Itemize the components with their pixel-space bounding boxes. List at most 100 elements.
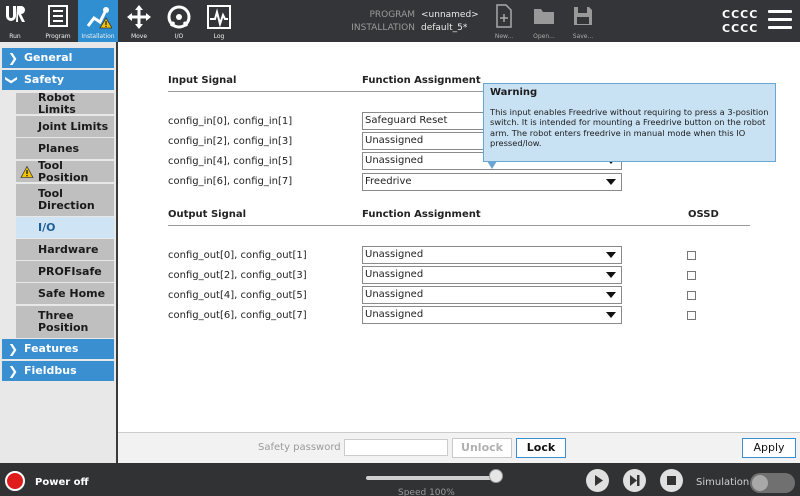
play-button[interactable]	[586, 469, 609, 492]
robot-name-line2: CCCC	[722, 22, 759, 35]
output-header-divider	[168, 225, 750, 226]
save-file-button[interactable]: Save...	[566, 4, 600, 40]
top-bar: Run Program Installation Move I/O Log PR…	[0, 0, 800, 42]
sidebar-group-label: Safety	[24, 73, 65, 86]
speed-slider-handle[interactable]	[489, 469, 503, 483]
ossd-header: OSSD	[688, 209, 719, 220]
dropdown-value: Unassigned	[365, 249, 424, 260]
stop-icon	[667, 476, 676, 485]
installation-icon	[86, 7, 112, 29]
sidebar-group-safety[interactable]: ❯ Safety	[2, 70, 114, 90]
robot-name-line1: CCCC	[722, 8, 759, 21]
sidebar-item-io[interactable]: I/O	[16, 217, 114, 238]
tooltip-pointer	[487, 161, 497, 169]
nav-io[interactable]: I/O	[162, 0, 196, 42]
output-function-dropdown[interactable]: Unassigned	[362, 266, 622, 284]
open-file-label: Open...	[533, 33, 555, 40]
sidebar-group-label: Features	[24, 342, 79, 355]
save-icon	[574, 7, 592, 25]
sidebar-item-label: Tool Direction	[38, 187, 95, 212]
stop-button[interactable]	[660, 469, 683, 492]
lock-button[interactable]: Lock	[516, 438, 566, 458]
unlock-button[interactable]: Unlock	[452, 438, 512, 458]
sidebar-item-label: Robot Limits	[38, 90, 76, 116]
sidebar-group-general[interactable]: ❯ General	[2, 48, 114, 68]
nav-log[interactable]: Log	[202, 0, 236, 42]
power-status-label[interactable]: Power off	[35, 477, 89, 488]
dropdown-arrow-icon	[606, 272, 616, 278]
sidebar-item-joint-limits[interactable]: Joint Limits	[16, 116, 114, 137]
simulation-label: Simulation	[696, 477, 750, 488]
status-bar: Power off Speed 100% Simulation	[0, 463, 800, 496]
dropdown-value: Unassigned	[365, 309, 424, 320]
output-signal-label: config_out[6], config_out[7]	[168, 310, 307, 321]
chevron-right-icon: ❯	[8, 342, 19, 356]
sidebar-item-label: Safe Home	[38, 286, 106, 300]
output-function-dropdown[interactable]: Unassigned	[362, 306, 622, 324]
output-signal-label: config_out[0], config_out[1]	[168, 250, 307, 261]
simulation-toggle[interactable]	[750, 473, 795, 493]
ossd-checkbox[interactable]	[687, 291, 696, 300]
sidebar-group-label: General	[24, 51, 73, 64]
safety-password-input[interactable]	[344, 439, 448, 456]
step-button[interactable]	[623, 469, 646, 492]
sidebar: ❯ General ❯ Safety Robot Limits Joint Li…	[0, 42, 116, 463]
sidebar-item-planes[interactable]: Planes	[16, 138, 114, 159]
new-file-button[interactable]: New...	[487, 4, 521, 40]
tooltip-body: This input enables Freedrive without req…	[490, 106, 769, 149]
sidebar-item-robot-limits[interactable]: Robot Limits	[16, 90, 114, 116]
output-signal-label: config_out[4], config_out[5]	[168, 290, 307, 301]
sidebar-item-tool-position[interactable]: Tool Position	[16, 159, 114, 183]
sidebar-item-label: I/O	[38, 220, 56, 234]
output-function-header: Function Assignment	[362, 209, 481, 220]
sidebar-item-profisafe[interactable]: PROFIsafe	[16, 261, 114, 282]
installation-key: INSTALLATION	[351, 23, 415, 33]
nav-run[interactable]: Run	[0, 0, 30, 42]
dropdown-arrow-icon	[606, 312, 616, 318]
nav-program-label: Program	[45, 33, 71, 40]
nav-run-label: Run	[9, 33, 21, 40]
nav-move[interactable]: Move	[122, 0, 156, 42]
program-key: PROGRAM	[369, 10, 415, 20]
sidebar-item-tool-direction[interactable]: Tool Direction	[16, 184, 114, 216]
play-icon	[595, 475, 603, 486]
input-signal-label: config_in[6], config_in[7]	[168, 176, 293, 187]
dropdown-value: Unassigned	[365, 135, 424, 146]
nav-program[interactable]: Program	[40, 0, 76, 42]
output-function-dropdown[interactable]: Unassigned	[362, 246, 622, 264]
save-file-label: Save...	[572, 33, 594, 40]
dropdown-arrow-icon	[606, 252, 616, 258]
sidebar-group-fieldbus[interactable]: ❯ Fieldbus	[2, 361, 114, 381]
input-function-header: Function Assignment	[362, 75, 481, 86]
sidebar-item-label: Joint Limits	[38, 119, 109, 133]
nav-installation[interactable]: Installation	[78, 0, 118, 42]
output-function-dropdown[interactable]: Unassigned	[362, 286, 622, 304]
chevron-right-icon: ❯	[8, 364, 19, 378]
power-status-icon[interactable]	[5, 471, 25, 491]
sidebar-item-label: Three Position	[38, 309, 89, 334]
speed-slider[interactable]	[366, 476, 496, 480]
installation-name: default_5*	[421, 23, 468, 33]
hamburger-menu-icon[interactable]	[768, 10, 792, 32]
sidebar-item-safe-home[interactable]: Safe Home	[16, 283, 114, 304]
sidebar-item-label: PROFIsafe	[38, 264, 102, 278]
ossd-checkbox[interactable]	[687, 251, 696, 260]
open-file-button[interactable]: Open...	[527, 4, 561, 40]
sidebar-item-label: Planes	[38, 141, 80, 155]
program-icon	[48, 5, 68, 27]
ur-logo-icon	[6, 6, 25, 22]
sidebar-item-hardware[interactable]: Hardware	[16, 239, 114, 260]
ossd-checkbox[interactable]	[687, 311, 696, 320]
sidebar-group-features[interactable]: ❯ Features	[2, 339, 114, 359]
warning-icon	[20, 165, 34, 178]
dropdown-value: Unassigned	[365, 269, 424, 280]
ossd-checkbox[interactable]	[687, 271, 696, 280]
input-function-dropdown[interactable]: Freedrive	[362, 173, 622, 191]
dropdown-value: Freedrive	[365, 176, 412, 187]
apply-button[interactable]: Apply	[742, 438, 796, 458]
sidebar-group-label: Fieldbus	[24, 364, 77, 377]
program-name: <unnamed>	[421, 10, 479, 20]
dropdown-arrow-icon	[606, 292, 616, 298]
sidebar-item-three-position[interactable]: Three Position	[16, 306, 114, 338]
nav-move-label: Move	[130, 33, 148, 40]
